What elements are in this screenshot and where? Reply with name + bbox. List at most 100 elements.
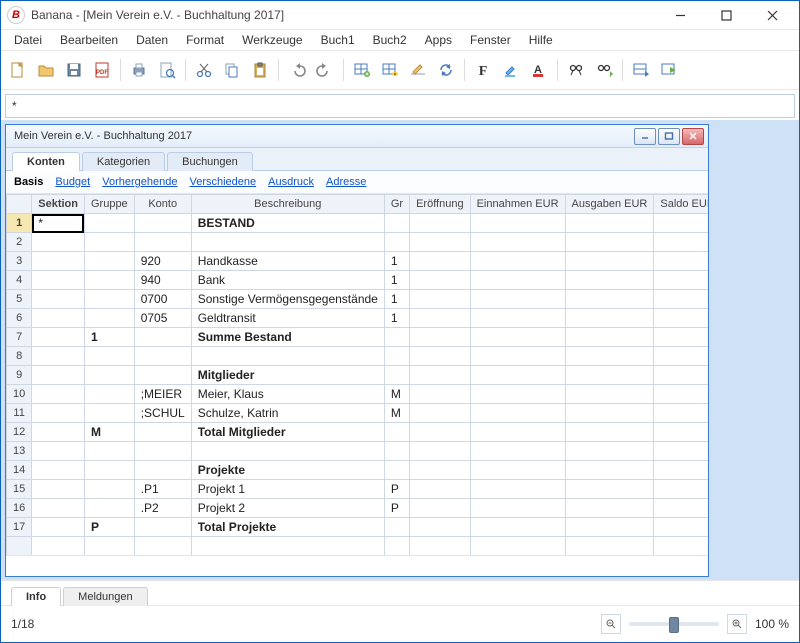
cell[interactable] xyxy=(32,233,85,252)
cell[interactable] xyxy=(84,461,134,480)
table-plus-icon[interactable] xyxy=(349,57,375,83)
cell[interactable] xyxy=(565,233,654,252)
cell[interactable]: Schulze, Katrin xyxy=(191,404,384,423)
cell[interactable] xyxy=(470,423,565,442)
cell[interactable]: ;MEIER xyxy=(134,385,191,404)
zoom-slider[interactable] xyxy=(629,622,719,626)
find-icon[interactable] xyxy=(563,57,589,83)
cell[interactable] xyxy=(565,214,654,233)
table-row[interactable]: 17PTotal Projekte xyxy=(7,518,709,537)
copy-icon[interactable] xyxy=(219,57,245,83)
menu-bearbeiten[interactable]: Bearbeiten xyxy=(51,30,127,50)
cell[interactable] xyxy=(410,366,471,385)
grid-scroll[interactable]: Sektion Gruppe Konto Beschreibung Gr Erö… xyxy=(6,194,708,555)
cell[interactable]: Meier, Klaus xyxy=(191,385,384,404)
row-header[interactable]: 1 xyxy=(7,214,32,233)
cell[interactable] xyxy=(654,385,708,404)
cell[interactable] xyxy=(32,480,85,499)
undo-icon[interactable] xyxy=(284,57,310,83)
table-eye-icon[interactable] xyxy=(377,57,403,83)
cell[interactable] xyxy=(191,537,384,556)
cell[interactable] xyxy=(565,290,654,309)
subtab-ausdruck[interactable]: Ausdruck xyxy=(268,176,314,188)
cell[interactable] xyxy=(384,442,409,461)
row-header[interactable]: 14 xyxy=(7,461,32,480)
cell[interactable] xyxy=(84,252,134,271)
cell[interactable] xyxy=(84,290,134,309)
cell[interactable] xyxy=(32,290,85,309)
cell[interactable] xyxy=(565,366,654,385)
cell[interactable]: 0700 xyxy=(134,290,191,309)
cell[interactable]: P xyxy=(84,518,134,537)
table-row[interactable] xyxy=(7,537,709,556)
maximize-button[interactable] xyxy=(703,1,749,29)
open-folder-icon[interactable] xyxy=(33,57,59,83)
cell[interactable] xyxy=(470,214,565,233)
cell[interactable] xyxy=(654,404,708,423)
zoom-out-button[interactable] xyxy=(601,614,621,634)
col-header-ausgaben[interactable]: Ausgaben EUR xyxy=(565,195,654,214)
cell[interactable] xyxy=(134,518,191,537)
inner-minimize-button[interactable] xyxy=(634,128,656,145)
cell[interactable] xyxy=(470,309,565,328)
col-header-sektion[interactable]: Sektion xyxy=(32,195,85,214)
cell[interactable]: 1 xyxy=(84,328,134,347)
cell[interactable] xyxy=(654,423,708,442)
col-header-gr[interactable]: Gr xyxy=(384,195,409,214)
col-header-einnahmen[interactable]: Einnahmen EUR xyxy=(470,195,565,214)
export-icon[interactable] xyxy=(656,57,682,83)
cell[interactable]: 940 xyxy=(134,271,191,290)
cell[interactable] xyxy=(565,328,654,347)
row-header[interactable]: 5 xyxy=(7,290,32,309)
font-color-icon[interactable]: A xyxy=(526,57,552,83)
inner-close-button[interactable] xyxy=(682,128,704,145)
cell[interactable] xyxy=(134,537,191,556)
table-row[interactable]: 11;SCHULSchulze, KatrinM xyxy=(7,404,709,423)
cell[interactable] xyxy=(32,366,85,385)
cell[interactable] xyxy=(565,423,654,442)
subtab-verschiedene[interactable]: Verschiedene xyxy=(189,176,256,188)
row-header[interactable]: 3 xyxy=(7,252,32,271)
cell[interactable] xyxy=(654,309,708,328)
table-row[interactable]: 50700Sonstige Vermögensgegenstände1 xyxy=(7,290,709,309)
cell[interactable] xyxy=(565,518,654,537)
cell[interactable] xyxy=(410,252,471,271)
minimize-button[interactable] xyxy=(657,1,703,29)
highlight-icon[interactable] xyxy=(498,57,524,83)
cell[interactable] xyxy=(84,442,134,461)
cell[interactable] xyxy=(410,309,471,328)
cell[interactable] xyxy=(32,385,85,404)
cell[interactable] xyxy=(84,271,134,290)
cell[interactable] xyxy=(470,499,565,518)
bottom-tab-meldungen[interactable]: Meldungen xyxy=(63,587,147,606)
close-button[interactable] xyxy=(749,1,795,29)
cell[interactable]: .P2 xyxy=(134,499,191,518)
row-header[interactable]: 9 xyxy=(7,366,32,385)
cell[interactable] xyxy=(470,385,565,404)
cell[interactable] xyxy=(470,366,565,385)
cell[interactable] xyxy=(134,233,191,252)
cell[interactable] xyxy=(84,404,134,423)
cell[interactable] xyxy=(410,214,471,233)
cell[interactable] xyxy=(410,328,471,347)
cell[interactable] xyxy=(384,423,409,442)
tab-buchungen[interactable]: Buchungen xyxy=(167,152,253,171)
cell[interactable] xyxy=(410,404,471,423)
cell[interactable]: Total Mitglieder xyxy=(191,423,384,442)
cell[interactable] xyxy=(32,461,85,480)
cell[interactable] xyxy=(32,499,85,518)
edit-icon[interactable] xyxy=(405,57,431,83)
cell[interactable] xyxy=(410,423,471,442)
cell[interactable] xyxy=(410,347,471,366)
cell[interactable] xyxy=(32,347,85,366)
cell[interactable] xyxy=(565,252,654,271)
cell[interactable] xyxy=(134,347,191,366)
find-next-icon[interactable] xyxy=(591,57,617,83)
print-preview-icon[interactable] xyxy=(154,57,180,83)
bottom-tab-info[interactable]: Info xyxy=(11,587,61,606)
cell[interactable] xyxy=(84,385,134,404)
menu-format[interactable]: Format xyxy=(177,30,233,50)
cell[interactable] xyxy=(654,214,708,233)
cell[interactable] xyxy=(384,214,409,233)
cell[interactable] xyxy=(470,461,565,480)
